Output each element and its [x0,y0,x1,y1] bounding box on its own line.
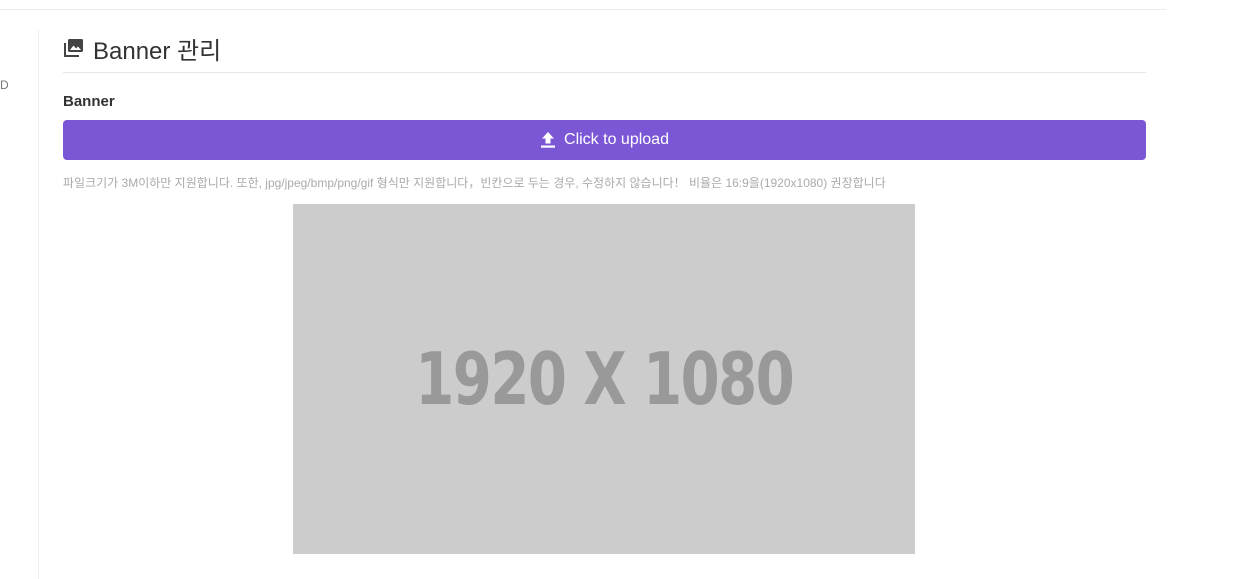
main-content: Banner 관리 Banner Click to upload 파일크기가 3… [63,30,1146,554]
upload-icon [540,131,556,149]
sidebar-divider [38,30,39,579]
sidebar-item-label[interactable]: D [0,78,12,92]
upload-button[interactable]: Click to upload [63,120,1146,160]
page-title: Banner 관리 [93,37,222,65]
upload-help-text: 파일크기가 3M이하만 지원합니다. 또한, jpg/jpeg/bmp/png/… [63,176,886,190]
upload-button-label: Click to upload [564,131,669,148]
images-icon [63,37,85,59]
preview-placeholder-text: 1920 X 1080 [415,337,794,421]
top-divider [0,9,1166,10]
banner-field-label: Banner [63,93,115,110]
banner-preview-image: 1920 X 1080 [293,204,915,554]
page-header: Banner 관리 [63,30,1146,73]
